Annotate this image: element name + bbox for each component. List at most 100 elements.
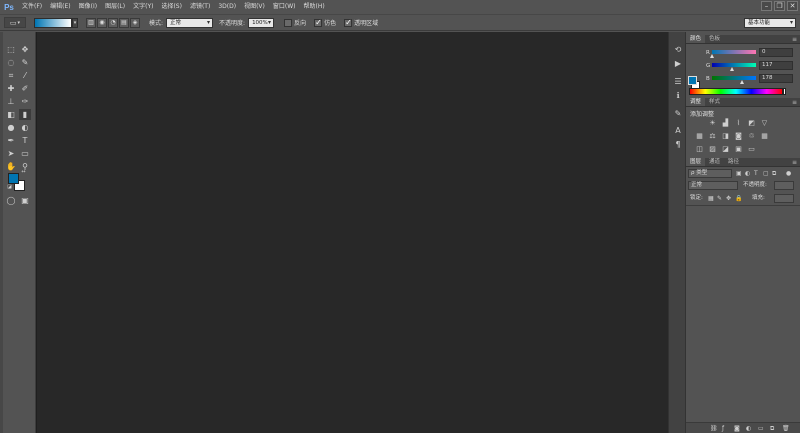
swap-colors-icon[interactable]: ↔ — [20, 169, 27, 176]
path-select-tool-icon[interactable]: ➤ — [5, 148, 17, 159]
panel-menu-icon[interactable]: ≡ — [792, 158, 800, 166]
character-panel-icon[interactable]: A — [672, 125, 684, 137]
restore-icon[interactable]: ❐ — [774, 1, 785, 11]
close-icon[interactable]: ✕ — [787, 1, 798, 11]
pen-tool-icon[interactable]: ✒ — [5, 135, 17, 146]
panel-menu-icon[interactable]: ≡ — [792, 35, 800, 43]
filter-pixel-icon[interactable]: ▣ — [736, 169, 742, 178]
paragraph-panel-icon[interactable]: ¶ — [672, 139, 684, 151]
filter-shape-icon[interactable]: ▢ — [763, 169, 769, 178]
blue-slider[interactable] — [712, 76, 756, 80]
black-white-icon[interactable]: ◨ — [721, 132, 730, 140]
menu-layer[interactable]: 图层(L) — [101, 0, 129, 14]
threshold-icon[interactable]: ◪ — [721, 145, 730, 153]
layer-filter-select[interactable]: ρ 类型 — [688, 169, 732, 178]
invert-icon[interactable]: ◫ — [695, 145, 704, 153]
dither-option[interactable]: 仿色 — [314, 18, 336, 27]
document-canvas-area[interactable] — [36, 32, 668, 433]
blue-value-field[interactable]: 178 — [759, 74, 793, 83]
layer-style-icon[interactable]: ƒ — [722, 424, 724, 433]
marquee-tool-icon[interactable]: ⬚ — [5, 44, 17, 55]
green-slider-thumb[interactable] — [730, 67, 734, 71]
default-colors-icon[interactable]: ◪ — [6, 184, 13, 191]
brush-tool-icon[interactable]: ✐ — [19, 83, 31, 94]
tab-color[interactable]: 颜色 — [686, 35, 706, 43]
fill-field[interactable] — [774, 194, 794, 203]
add-mask-icon[interactable]: ◙ — [734, 424, 740, 433]
filter-smart-object-icon[interactable]: ⧉ — [772, 169, 776, 178]
reverse-option[interactable]: 反向 — [284, 18, 306, 27]
brightness-contrast-icon[interactable]: ☀ — [708, 119, 717, 127]
menu-window[interactable]: 窗口(W) — [269, 0, 300, 14]
gradient-preview[interactable] — [34, 17, 72, 28]
exposure-icon[interactable]: ◩ — [747, 119, 756, 127]
workspace-select[interactable]: 基本功能 — [744, 18, 796, 28]
link-layers-icon[interactable]: ⛓ — [710, 424, 718, 433]
vibrance-icon[interactable]: ▽ — [760, 119, 769, 127]
lock-pixels-icon[interactable]: ✎ — [717, 194, 722, 203]
color-balance-icon[interactable]: ⚖ — [708, 132, 717, 140]
blur-tool-icon[interactable]: ● — [5, 122, 17, 133]
linear-gradient-icon[interactable]: ▥ — [86, 17, 96, 28]
spectrum-white-chip[interactable] — [783, 88, 786, 95]
menu-view[interactable]: 视图(V) — [240, 0, 269, 14]
foreground-color-swatch[interactable] — [8, 173, 19, 184]
dodge-tool-icon[interactable]: ◐ — [19, 122, 31, 133]
filter-toggle-icon[interactable]: ● — [786, 169, 791, 178]
dither-checkbox[interactable] — [314, 18, 323, 27]
info-panel-icon[interactable]: ℹ — [672, 90, 684, 102]
blend-mode-select[interactable]: 正常 — [688, 181, 738, 190]
transparency-checkbox[interactable] — [344, 18, 353, 27]
panel-menu-icon[interactable]: ≡ — [792, 98, 800, 106]
tab-styles[interactable]: 样式 — [705, 98, 724, 106]
lock-all-icon[interactable]: 🔒 — [735, 194, 742, 203]
new-layer-icon[interactable]: ⧉ — [770, 424, 774, 433]
quick-select-tool-icon[interactable]: ✎ — [19, 57, 31, 68]
menu-file[interactable]: 文件(F) — [18, 0, 46, 14]
quick-mask-icon[interactable]: ◯ — [5, 195, 17, 206]
history-brush-tool-icon[interactable]: ✑ — [19, 96, 31, 107]
mode-select[interactable]: 正常 — [166, 17, 214, 28]
selective-color-icon[interactable]: ▣ — [734, 145, 743, 153]
eraser-tool-icon[interactable]: ◧ — [5, 109, 17, 120]
tab-adjustments[interactable]: 调整 — [686, 98, 706, 106]
menu-help[interactable]: 帮助(H) — [300, 0, 329, 14]
filter-adjustment-icon[interactable]: ◐ — [745, 169, 750, 178]
diamond-gradient-icon[interactable]: ◈ — [130, 17, 140, 28]
green-value-field[interactable]: 117 — [759, 61, 793, 70]
channel-mixer-icon[interactable]: ♲ — [747, 132, 756, 140]
crop-tool-icon[interactable]: ⌗ — [5, 70, 17, 81]
layer-opacity-field[interactable] — [774, 181, 794, 190]
tool-preset-picker[interactable]: ▭ ▾ — [4, 17, 26, 28]
green-slider[interactable] — [712, 63, 756, 67]
filter-type-icon[interactable]: T — [754, 169, 758, 178]
move-tool-icon[interactable]: ✥ — [19, 44, 31, 55]
eyedropper-tool-icon[interactable]: ⁄ — [19, 70, 31, 81]
transparency-option[interactable]: 透明区域 — [344, 18, 378, 27]
lock-transparent-icon[interactable]: ▦ — [708, 194, 714, 203]
menu-edit[interactable]: 编辑(E) — [46, 0, 74, 14]
new-group-icon[interactable]: ▭ — [758, 424, 764, 433]
tab-swatches[interactable]: 色板 — [705, 35, 724, 43]
clone-stamp-tool-icon[interactable]: ⊥ — [5, 96, 17, 107]
curves-icon[interactable]: ⌇ — [734, 119, 743, 127]
color-spectrum-bar[interactable] — [689, 88, 783, 95]
brush-panel-icon[interactable]: ✎ — [672, 108, 684, 120]
blue-slider-thumb[interactable] — [740, 80, 744, 84]
delete-layer-icon[interactable]: 🗑 — [782, 424, 790, 433]
menu-image[interactable]: 图像(I) — [75, 0, 101, 14]
gradient-map-icon[interactable]: ▭ — [747, 145, 756, 153]
tab-layers[interactable]: 图层 — [686, 158, 706, 166]
posterize-icon[interactable]: ▨ — [708, 145, 717, 153]
menu-type[interactable]: 文字(Y) — [129, 0, 157, 14]
red-slider-thumb[interactable] — [710, 54, 714, 58]
layers-list[interactable] — [686, 205, 800, 422]
rectangle-tool-icon[interactable]: ▭ — [19, 148, 31, 159]
healing-brush-tool-icon[interactable]: ✚ — [5, 83, 17, 94]
minimize-icon[interactable]: – — [761, 1, 772, 11]
tab-paths[interactable]: 路径 — [724, 158, 743, 166]
lock-position-icon[interactable]: ✥ — [726, 194, 731, 203]
photo-filter-icon[interactable]: ◙ — [734, 132, 743, 140]
hand-tool-icon[interactable]: ✋ — [5, 161, 17, 172]
menu-3d[interactable]: 3D(D) — [214, 0, 240, 14]
